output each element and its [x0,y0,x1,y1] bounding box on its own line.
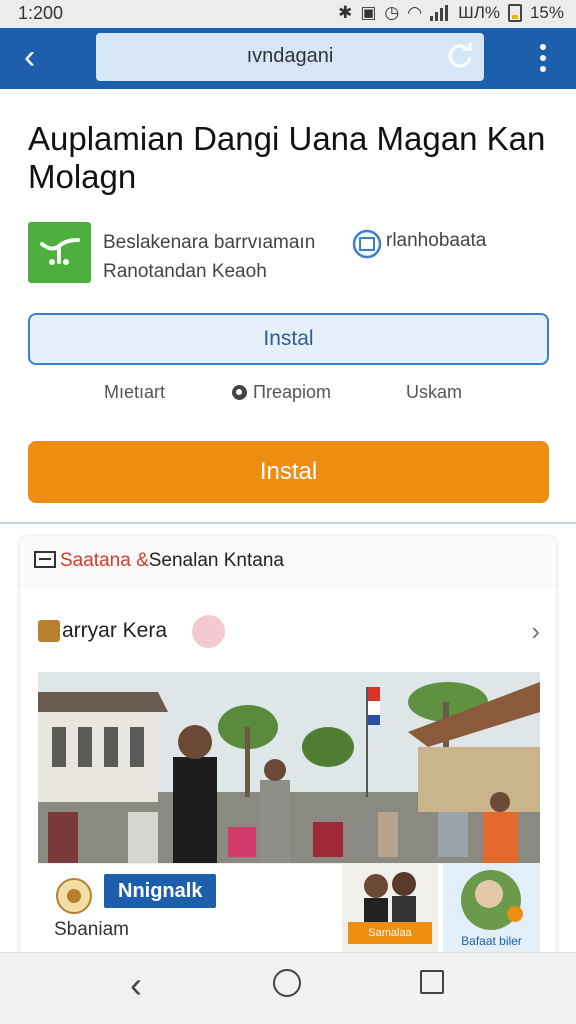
nfc-icon: ▣ [360,3,377,22]
developer-info: Beslakenara barrvıamaın Ranotandan Keaoh [103,228,315,286]
app-icon [28,222,91,283]
promo-strip: Nnignalk Sbaniam Samalaa Bafaat biler [38,863,540,954]
promo-thumbnail-2[interactable]: Bafaat biler [443,864,540,954]
nav-back-icon[interactable]: ‹ [130,965,142,1005]
promo-thumbnail-1-label: Samalaa [348,922,432,944]
developer-line-2: Ranotandan Keaoh [103,261,267,282]
install-primary-button[interactable]: Instal [28,441,549,503]
nav-home-icon[interactable] [273,969,301,997]
status-icons: ✱ ▣ ◷ ◠ ШЛ% 15% [338,3,564,23]
alarm-icon: ◷ [384,3,400,22]
card-header-black: Senalan Kntana [148,550,284,571]
street-scene-image[interactable] [38,672,540,863]
feature-card: Saatana &Senalan Kntana arryar Kera › Nn… [20,536,556,956]
battery-percent: 15% [529,3,564,22]
back-arrow-icon[interactable]: ‹ [24,38,35,76]
signal-icon [430,5,450,21]
section-divider [0,522,576,524]
developer-line-1: Beslakenara barrvıamaın [103,232,316,253]
app-title: Auplamian Dangi Uana Magan Kan Molagn [28,120,546,195]
rating-badge-text: rlanhobaata [386,230,487,251]
rating-badge-icon [352,229,382,259]
sparkle-badge-icon [192,615,225,648]
meta-item-2-label: Πreapiom [253,382,332,402]
seal-icon [56,878,92,914]
app-bar: ‹ ıvndagani [0,28,576,89]
card-header: Saatana &Senalan Kntana [34,550,284,572]
info-dot-icon [232,385,247,400]
people-portrait-icon [364,872,416,922]
app-logo-icon [40,238,80,265]
bluetooth-icon: ✱ [338,3,353,22]
promo-blue-label[interactable]: Nnignalk [104,874,217,908]
promo-thumbnail-1[interactable]: Samalaa [342,864,438,954]
card-body[interactable]: arryar Kera › Nnignalk Sbaniam Samalaa B… [20,588,556,956]
url-text: ıvndagani [246,45,334,67]
status-secondary-percent: ШЛ% [458,3,500,22]
url-bar[interactable]: ıvndagani [96,33,484,81]
system-nav-bar: ‹ [0,952,576,1024]
news-icon [34,551,56,568]
chevron-right-icon[interactable]: › [531,616,540,647]
category-icon [38,620,60,642]
meta-item-2: Πreapiom [232,382,331,403]
promo-strip-label: Sbaniam [54,919,129,940]
more-vert-icon[interactable] [540,44,546,72]
meta-item-1: Mıetıart [104,382,166,402]
promo-thumbnail-2-label: Bafaat biler [461,934,522,948]
nav-recents-icon[interactable] [420,970,444,994]
section-title: arryar Kera [62,619,168,642]
status-time: 1:200 [18,3,64,23]
status-bar: 1:200 ✱ ▣ ◷ ◠ ШЛ% 15% [0,0,576,28]
battery-icon [507,4,522,22]
card-header-red: Saatana & [60,550,149,571]
street-photo [38,672,540,863]
meta-item-3: Uskam [406,382,463,402]
reload-icon[interactable] [446,41,474,69]
install-secondary-button[interactable]: Instal [28,313,549,365]
wifi-icon: ◠ [407,3,423,22]
avatar-circle-icon [461,870,523,930]
